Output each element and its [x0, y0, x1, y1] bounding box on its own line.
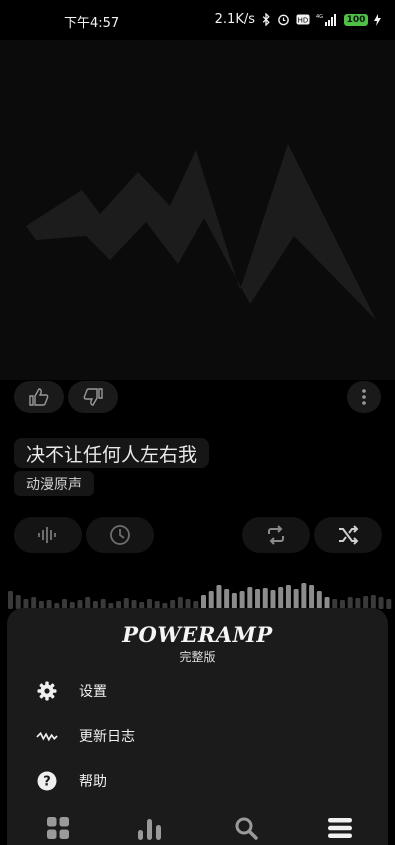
shuffle-button[interactable] — [314, 517, 382, 553]
poweramp-logo: POWERAMP — [122, 622, 273, 647]
more-options-button[interactable] — [347, 381, 381, 413]
svg-text:?: ? — [43, 775, 51, 790]
track-title[interactable]: 决不让任何人左右我 — [14, 438, 210, 468]
waves-icon — [38, 527, 56, 543]
library-button[interactable] — [43, 813, 73, 843]
visualizer-bar — [15, 595, 21, 609]
visualizer-bar — [239, 591, 245, 609]
visualizer-bar — [316, 591, 322, 609]
album-name[interactable]: 动漫原声 — [14, 471, 94, 496]
poweramp-placeholder-art — [26, 144, 376, 320]
search-button[interactable] — [231, 813, 261, 843]
thumbs-up-icon — [29, 388, 49, 406]
bluetooth-icon — [262, 13, 270, 26]
visualizer-bar — [293, 589, 299, 609]
visualizer-bar — [201, 595, 206, 609]
visualizer-bar — [370, 595, 376, 609]
visualizer-bar — [309, 585, 315, 609]
visualizer-bar — [262, 588, 268, 609]
status-bar: 下午4:57 2.1K/s HD 4G 100 — [0, 0, 395, 40]
visualizer-bar — [278, 587, 284, 609]
menu-sheet: POWERAMP 完整版 设置 更新日志 ? 帮助 — [7, 608, 388, 845]
help-icon: ? — [36, 770, 58, 792]
equalizer-button[interactable] — [135, 813, 165, 843]
network-speed: 2.1K/s — [214, 12, 255, 27]
library-grid-icon — [47, 817, 69, 839]
visualizer-toggle-button[interactable] — [14, 517, 82, 553]
edition-label: 完整版 — [179, 650, 216, 664]
svg-text:HD: HD — [298, 17, 309, 25]
repeat-button[interactable] — [242, 517, 310, 553]
clock-icon — [110, 525, 130, 545]
battery-icon: 100 — [344, 13, 368, 26]
menu-item-label: 设置 — [79, 684, 107, 700]
thumbs-down-button[interactable] — [68, 381, 118, 413]
visualizer-bar — [378, 597, 384, 609]
visualizer-bar — [285, 585, 291, 609]
shuffle-icon — [339, 525, 359, 545]
search-icon — [235, 817, 258, 840]
sleep-timer-button[interactable] — [86, 517, 154, 553]
visualizer-bar — [255, 589, 261, 609]
visualizer-bar — [216, 585, 222, 609]
charging-icon — [374, 13, 381, 26]
visualizer-bar — [386, 599, 392, 609]
repeat-icon — [268, 525, 284, 545]
menu-item-label: 更新日志 — [79, 729, 135, 745]
visualizer-bar — [208, 591, 214, 609]
bottom-nav — [7, 813, 388, 845]
thumbs-down-icon — [83, 388, 103, 406]
svg-text:4G: 4G — [316, 14, 323, 20]
status-icons: 2.1K/s HD 4G 100 — [215, 12, 381, 27]
status-time: 下午4:57 — [64, 16, 120, 31]
menu-icon — [328, 818, 352, 838]
visualizer-bar — [247, 587, 253, 609]
alarm-icon — [278, 14, 289, 26]
menu-item-help[interactable]: ? 帮助 — [7, 761, 388, 801]
equalizer-icon — [138, 819, 161, 840]
visualizer-bar — [8, 591, 13, 609]
visualizer-bar — [270, 590, 276, 609]
hd-icon: HD — [296, 14, 310, 25]
visualizer-bar — [301, 583, 307, 609]
menu-item-settings[interactable]: 设置 — [7, 671, 388, 711]
visualizer-bar — [231, 593, 237, 609]
more-vert-icon — [362, 389, 366, 405]
thumbs-up-button[interactable] — [14, 381, 64, 413]
menu-button[interactable] — [325, 813, 355, 843]
menu-item-label: 帮助 — [79, 774, 107, 790]
signal-icon: 4G — [316, 14, 336, 26]
menu-item-changelog[interactable]: 更新日志 — [7, 716, 388, 756]
gear-icon — [36, 680, 58, 702]
changelog-wave-icon — [36, 725, 58, 747]
visualizer-bar — [224, 589, 230, 609]
